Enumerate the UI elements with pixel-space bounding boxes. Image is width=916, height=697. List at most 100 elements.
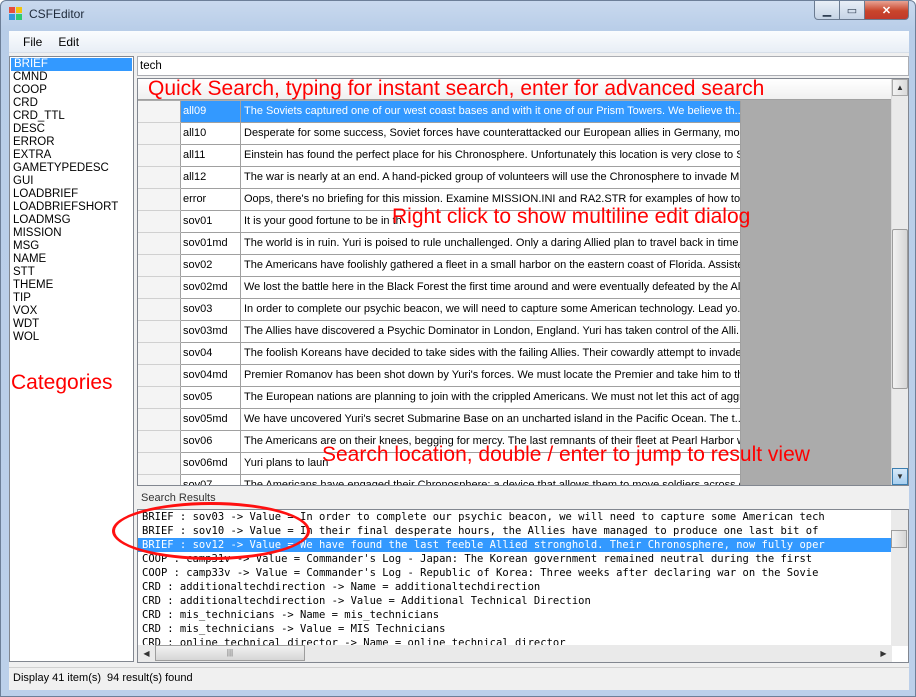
cell-key[interactable]: all10 <box>181 123 241 145</box>
category-item[interactable]: LOADMSG <box>10 214 133 227</box>
grid-row[interactable]: sov07 The Americans have engaged their Ch… <box>138 475 892 485</box>
results-hscroll-thumb[interactable]: ||| <box>155 645 305 661</box>
category-item[interactable]: DESC <box>10 123 133 136</box>
category-item[interactable]: STT <box>10 266 133 279</box>
row-header[interactable] <box>138 321 181 343</box>
category-item[interactable]: TIP <box>10 292 133 305</box>
scroll-down-icon[interactable]: ▼ <box>892 468 908 485</box>
row-header[interactable] <box>138 167 181 189</box>
cell-key[interactable]: sov05 <box>181 387 241 409</box>
grid-row[interactable]: sov02 The Americans have foolishly gather… <box>138 255 892 277</box>
category-item[interactable]: ERROR <box>10 136 133 149</box>
search-results-list[interactable]: BRIEF : sov03 -> Value = In order to com… <box>137 509 909 663</box>
cell-key[interactable]: sov06 <box>181 431 241 453</box>
category-item[interactable]: GAMETYPEDESC <box>10 162 133 175</box>
cell-value[interactable]: In order to complete our psychic beacon,… <box>241 299 741 321</box>
cell-key[interactable]: sov02md <box>181 277 241 299</box>
row-header[interactable] <box>138 387 181 409</box>
cell-key[interactable]: error <box>181 189 241 211</box>
category-item[interactable]: LOADBRIEFSHORT <box>10 201 133 214</box>
results-horizontal-scrollbar[interactable]: ◀ ||| ▶ <box>138 645 892 662</box>
cell-key[interactable]: sov04 <box>181 343 241 365</box>
grid-row[interactable]: sov01md The world is in ruin. Yuri is poi… <box>138 233 892 255</box>
menu-edit[interactable]: Edit <box>50 31 87 53</box>
cell-value[interactable]: We have uncovered Yuri's secret Submarin… <box>241 409 741 431</box>
row-header[interactable] <box>138 409 181 431</box>
grid-row[interactable]: sov03md The Allies have discovered a Psyc… <box>138 321 892 343</box>
category-item[interactable]: WDT <box>10 318 133 331</box>
category-item[interactable]: CRD <box>10 97 133 110</box>
minimize-button[interactable]: ▁ <box>814 1 840 20</box>
row-header[interactable] <box>138 145 181 167</box>
category-item[interactable]: WOL <box>10 331 133 344</box>
row-header[interactable] <box>138 343 181 365</box>
grid-row[interactable]: sov05 The European nations are planning t… <box>138 387 892 409</box>
category-item[interactable]: VOX <box>10 305 133 318</box>
cell-value[interactable]: The war is nearly at an end. A hand-pick… <box>241 167 741 189</box>
category-item[interactable]: CMND <box>10 71 133 84</box>
row-header[interactable] <box>138 255 181 277</box>
grid-vertical-scrollbar[interactable]: ▲ ▼ <box>891 79 908 485</box>
cell-value[interactable]: The Allies have discovered a Psychic Dom… <box>241 321 741 343</box>
result-line[interactable]: COOP : camp31v -> Value = Commander's Lo… <box>138 552 892 566</box>
category-list[interactable]: BRIEF CMND COOP CRD CRD_TTL DESC ERROR EXTRA GAM… <box>9 56 134 662</box>
results-vertical-scrollbar[interactable] <box>891 510 908 646</box>
row-header[interactable] <box>138 453 181 475</box>
string-grid[interactable]: all09 The Soviets captured one of our wes… <box>137 78 909 486</box>
result-line[interactable]: BRIEF : sov12 -> Value = We have found t… <box>138 538 892 552</box>
row-header[interactable] <box>138 233 181 255</box>
results-scroll-thumb[interactable] <box>891 530 907 548</box>
cell-value[interactable]: The Americans have engaged their Chronos… <box>241 475 741 485</box>
row-header[interactable] <box>138 475 181 485</box>
category-item[interactable]: BRIEF <box>11 58 132 71</box>
row-header[interactable] <box>138 211 181 233</box>
row-header[interactable] <box>138 299 181 321</box>
category-item[interactable]: LOADBRIEF <box>10 188 133 201</box>
grid-row[interactable]: sov06 The Americans are on their knees, b… <box>138 431 892 453</box>
row-header[interactable] <box>138 189 181 211</box>
result-line[interactable]: BRIEF : sov03 -> Value = In order to com… <box>138 510 892 524</box>
cell-value[interactable]: The Americans have foolishly gathered a … <box>241 255 741 277</box>
row-header[interactable] <box>138 101 181 123</box>
result-line[interactable]: BRIEF : sov10 -> Value = In their final … <box>138 524 892 538</box>
result-line[interactable]: CRD : mis_technicians -> Value = MIS Tec… <box>138 622 892 636</box>
cell-value[interactable]: The European nations are planning to joi… <box>241 387 741 409</box>
close-button[interactable]: ✕ <box>865 1 909 20</box>
cell-key[interactable]: sov01 <box>181 211 241 233</box>
cell-value[interactable]: Einstein has found the perfect place for… <box>241 145 741 167</box>
category-item[interactable]: MISSION <box>10 227 133 240</box>
cell-value[interactable]: The foolish Koreans have decided to take… <box>241 343 741 365</box>
grid-row[interactable]: sov04md Premier Romanov has been shot dow… <box>138 365 892 387</box>
scroll-left-icon[interactable]: ◀ <box>138 645 155 662</box>
cell-key[interactable]: sov07 <box>181 475 241 485</box>
cell-value[interactable]: Desperate for some success, Soviet force… <box>241 123 741 145</box>
cell-value[interactable]: It is your good fortune to be in th <box>241 211 741 233</box>
scroll-up-icon[interactable]: ▲ <box>892 79 908 96</box>
grid-row[interactable]: sov02md We lost the battle here in the Bl… <box>138 277 892 299</box>
cell-key[interactable]: sov03 <box>181 299 241 321</box>
grid-row[interactable]: all09 The Soviets captured one of our wes… <box>138 101 892 123</box>
category-item[interactable]: CRD_TTL <box>10 110 133 123</box>
cell-key[interactable]: sov02 <box>181 255 241 277</box>
cell-key[interactable]: all11 <box>181 145 241 167</box>
grid-row[interactable]: sov06md Yuri plans to laun <box>138 453 892 475</box>
menu-file[interactable]: File <box>15 31 50 53</box>
result-line[interactable]: CRD : additionaltechdirection -> Name = … <box>138 580 892 594</box>
scroll-right-icon[interactable]: ▶ <box>875 645 892 662</box>
cell-value[interactable]: Yuri plans to laun <box>241 453 741 475</box>
category-item[interactable]: GUI <box>10 175 133 188</box>
cell-key[interactable]: all09 <box>181 101 241 123</box>
grid-row[interactable]: error Oops, there's no briefing for this … <box>138 189 892 211</box>
grid-row[interactable]: sov03 In order to complete our psychic be… <box>138 299 892 321</box>
category-item[interactable]: COOP <box>10 84 133 97</box>
grid-row[interactable]: all10 Desperate for some success, Soviet … <box>138 123 892 145</box>
cell-key[interactable]: sov05md <box>181 409 241 431</box>
grid-row[interactable]: sov05md We have uncovered Yuri's secret S… <box>138 409 892 431</box>
grid-row[interactable]: sov01 It is your good fortune to be in th <box>138 211 892 233</box>
cell-key[interactable]: all12 <box>181 167 241 189</box>
cell-key[interactable]: sov03md <box>181 321 241 343</box>
cell-value[interactable]: Oops, there's no briefing for this missi… <box>241 189 741 211</box>
cell-key[interactable]: sov01md <box>181 233 241 255</box>
maximize-button[interactable]: ▭ <box>840 1 865 20</box>
row-header[interactable] <box>138 431 181 453</box>
